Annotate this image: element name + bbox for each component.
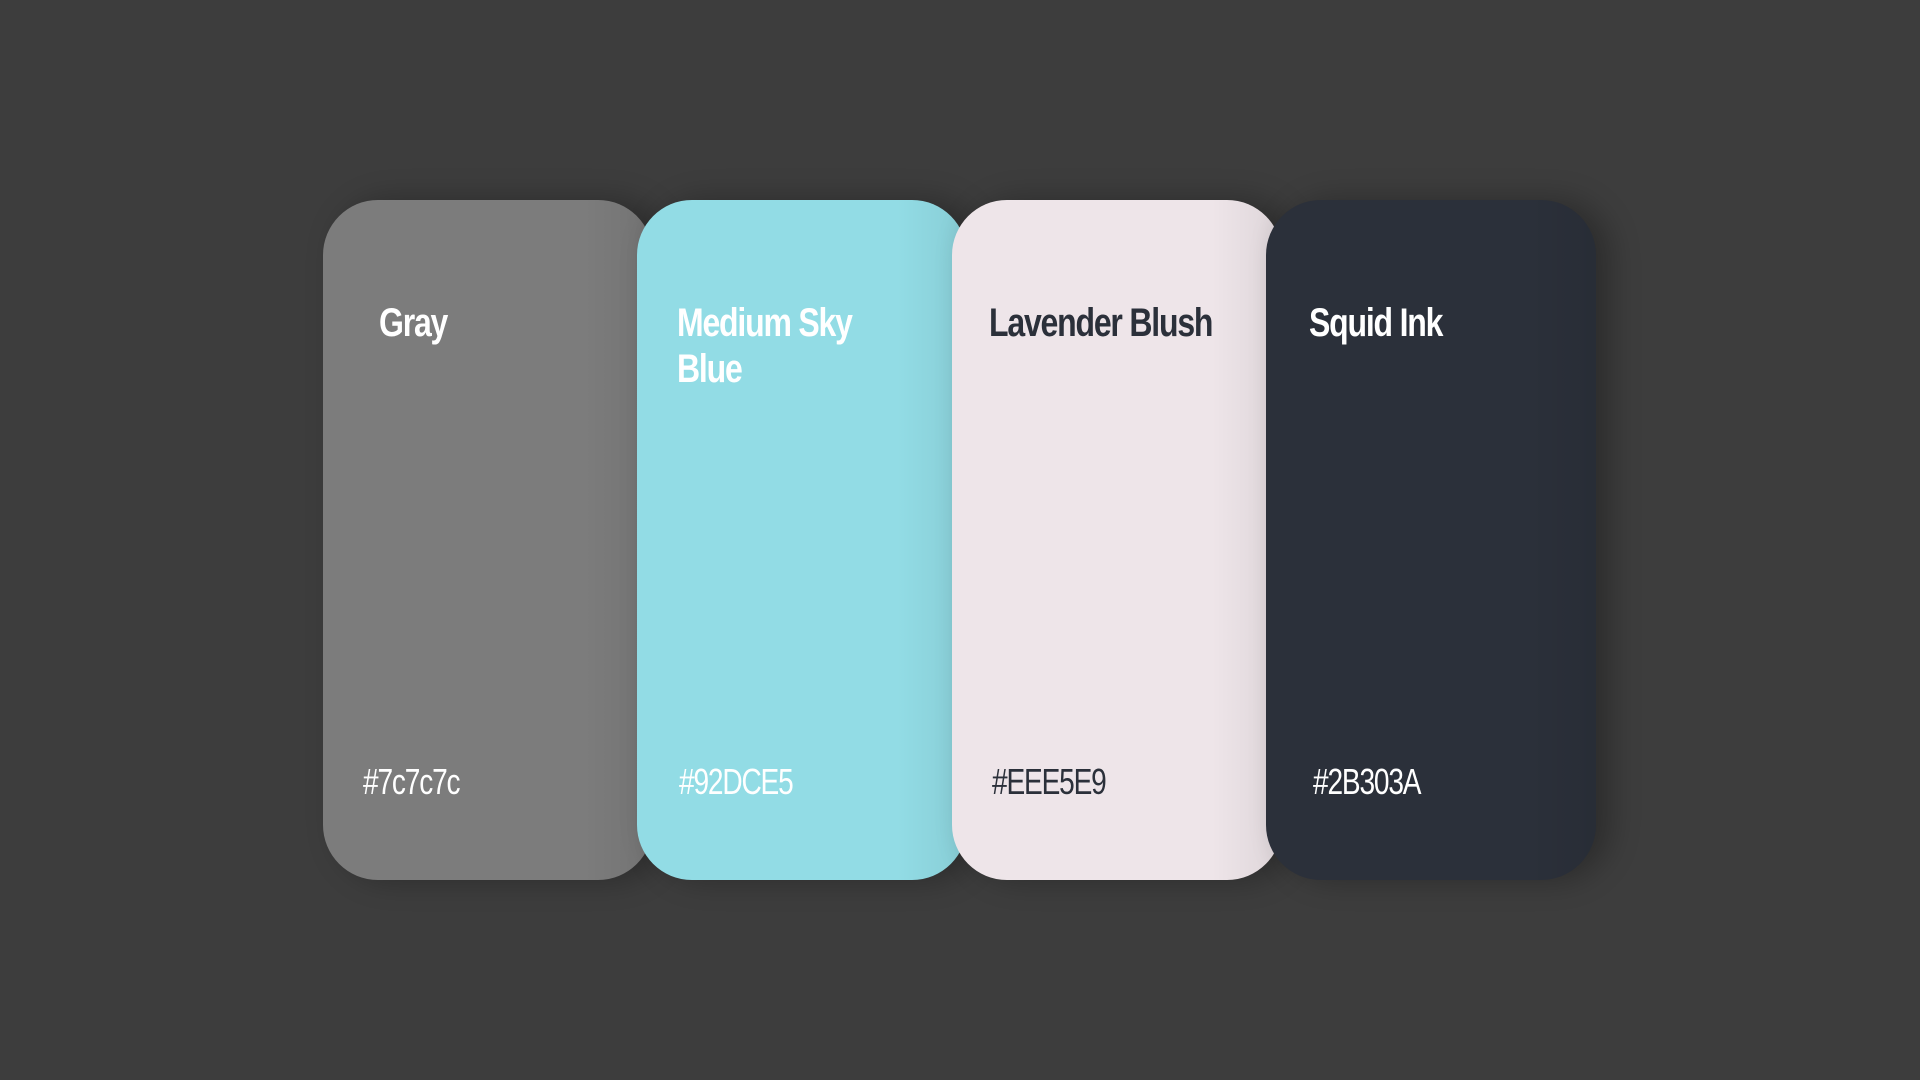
swatch-name: Lavender Blush	[989, 301, 1213, 345]
swatch-hex: #2B303A	[1313, 761, 1422, 802]
swatch-squid-ink[interactable]: Squid Ink #2B303A	[1266, 200, 1596, 880]
swatch-hex: #92DCE5	[679, 761, 794, 802]
swatch-name: Squid Ink	[1309, 301, 1443, 345]
color-palette: Gray #7c7c7c Medium Sky Blue #92DCE5 Lav…	[0, 0, 1920, 1080]
swatch-medium-sky-blue[interactable]: Medium Sky Blue #92DCE5	[637, 200, 967, 880]
canvas: Gray #7c7c7c Medium Sky Blue #92DCE5 Lav…	[0, 0, 1920, 1080]
swatch-hex: #7c7c7c	[363, 761, 461, 802]
swatch-hex: #EEE5E9	[992, 761, 1107, 802]
swatch-name: Gray	[379, 301, 448, 345]
swatch-name: Medium Sky Blue	[677, 301, 853, 391]
swatch-gray[interactable]: Gray #7c7c7c	[323, 200, 653, 880]
swatch-lavender-blush[interactable]: Lavender Blush #EEE5E9	[952, 200, 1282, 880]
